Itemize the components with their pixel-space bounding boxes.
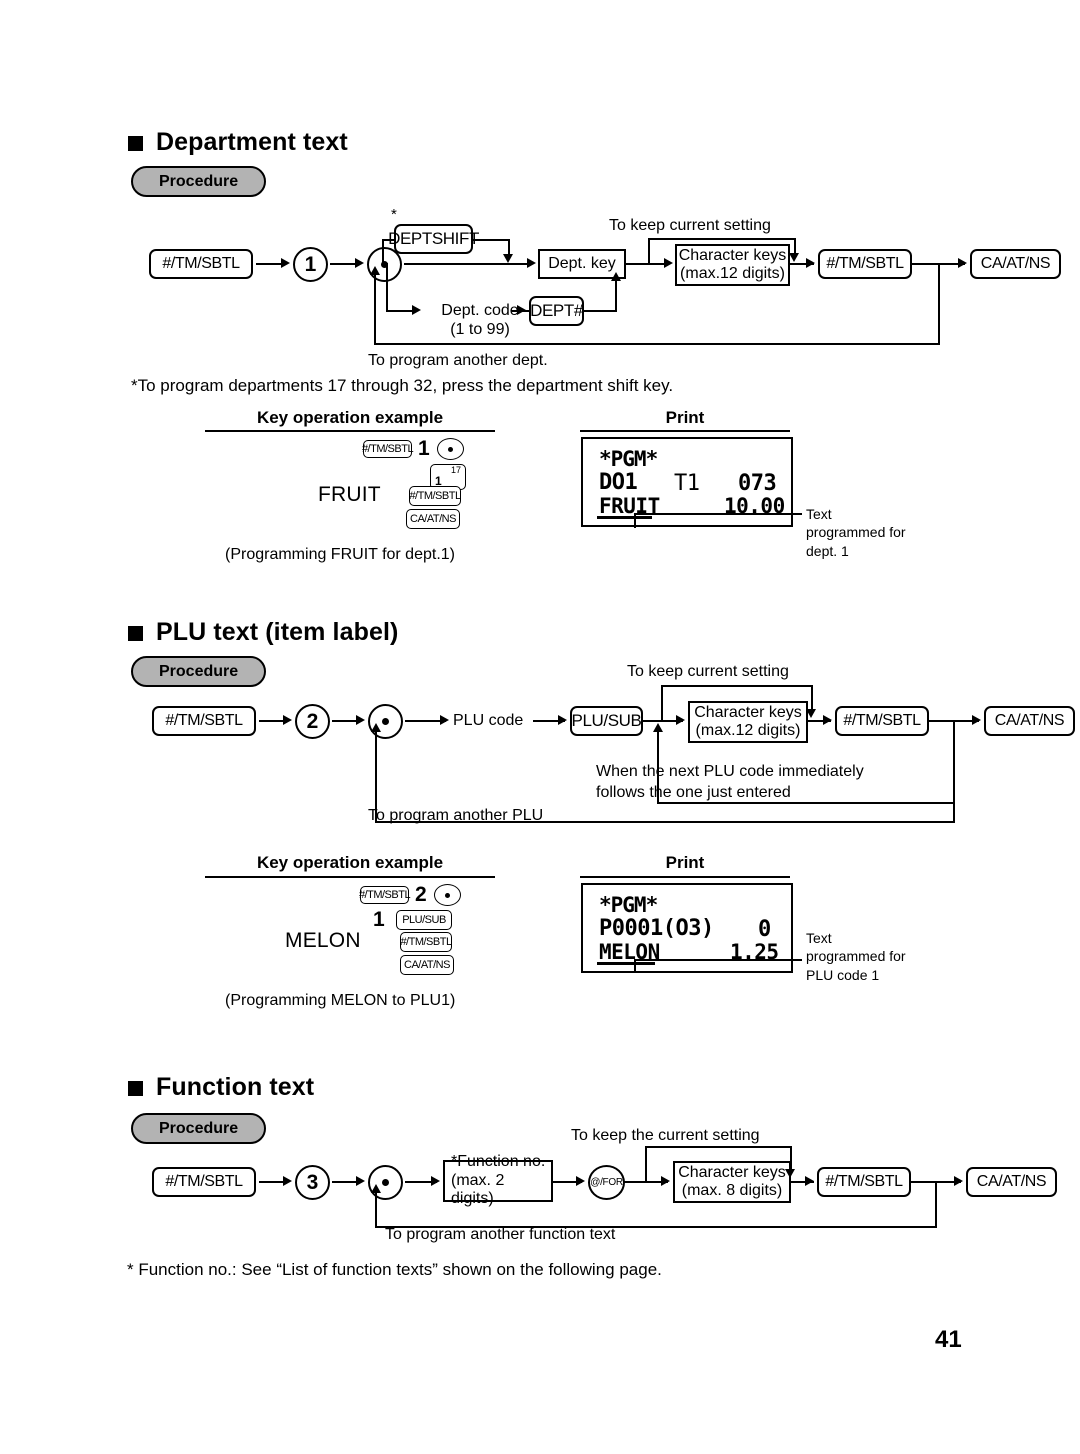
key-operation-example-title-plu: Key operation example	[256, 853, 444, 872]
receipt-plu-value: 0	[758, 917, 771, 942]
dot-icon	[382, 718, 389, 725]
keep-setting-label-function: To keep the current setting	[571, 1127, 760, 1144]
page-number: 41	[935, 1326, 962, 1353]
character-keys-box-function: Character keys (max. 8 digits)	[673, 1161, 791, 1203]
example-key-dot-plu[interactable]	[434, 884, 461, 906]
function-no-line2: (max. 2 digits)	[451, 1171, 505, 1208]
key-subtotal-start-plu[interactable]: #/TM/SBTL	[152, 706, 256, 736]
dept-key-upper-label: 17	[450, 465, 461, 475]
section-heading-plu-text: PLU text (item label)	[128, 618, 398, 647]
receipt-line-pgm-department: *PGM*	[599, 447, 658, 471]
key-decimal-point-function[interactable]	[368, 1165, 403, 1200]
footnote-department: *To program departments 17 through 32, p…	[131, 376, 674, 395]
section-title: PLU text (item label)	[156, 618, 399, 646]
section-heading-department-text: Department text	[128, 128, 348, 157]
key-subtotal-start-function[interactable]: #/TM/SBTL	[152, 1167, 256, 1197]
procedure-badge-department: Procedure	[131, 166, 267, 197]
key-subtotal-start-department[interactable]: #/TM/SBTL	[149, 249, 253, 279]
receipt-dept-code: DO1	[599, 470, 638, 495]
example-key-plu-sub[interactable]: PLU/SUB	[396, 910, 452, 930]
character-keys-box-department: Character keys (max.12 digits)	[675, 244, 790, 286]
receipt-dept-value: 073	[738, 471, 777, 496]
square-bullet-icon	[128, 626, 143, 641]
character-keys-line2: (max. 8 digits)	[681, 1182, 783, 1199]
key-mode-number-1[interactable]: 1	[293, 247, 328, 282]
dot-icon	[382, 1179, 389, 1186]
dot-icon	[448, 446, 453, 452]
key-mode-number-3[interactable]: 3	[295, 1165, 330, 1200]
dept-code-label-line2: (1 to 99)	[450, 321, 510, 338]
key-deptshift[interactable]: DEPTSHIFT	[388, 224, 479, 254]
section-heading-function-text: Function text	[128, 1073, 314, 1102]
section-title: Department text	[156, 128, 348, 156]
function-no-box: *Function no. (max. 2 digits)	[443, 1153, 553, 1207]
key-subtotal-function[interactable]: #/TM/SBTL	[817, 1167, 911, 1197]
footnote-function: * Function no.: See “List of function te…	[127, 1260, 662, 1279]
key-decimal-point-plu[interactable]	[368, 704, 403, 739]
section-title: Function text	[156, 1073, 315, 1101]
procedure-badge-function: Procedure	[131, 1113, 267, 1144]
key-subtotal-plu[interactable]: #/TM/SBTL	[835, 706, 929, 736]
example-plu-code-1: 1	[373, 908, 385, 931]
callout-department: Text programmed for dept. 1	[806, 506, 906, 559]
receipt-plu-code: P0001(O3)	[599, 916, 714, 941]
deptshift-asterisk: *	[391, 206, 397, 223]
key-operation-example-title-department: Key operation example	[256, 408, 444, 427]
dot-icon	[445, 892, 450, 898]
example-key-subtotal-department-1[interactable]: #/TM/SBTL	[362, 440, 414, 458]
plu-inner-loop-line2: follows the one just entered	[596, 784, 791, 801]
example-key-subtotal-department-2[interactable]: #/TM/SBTL	[409, 486, 461, 506]
character-keys-line2: (max.12 digits)	[695, 722, 801, 739]
manual-page: Department text Procedure #/TM/SBTL 1 * …	[0, 0, 1080, 1454]
character-keys-line2: (max.12 digits)	[680, 265, 785, 282]
key-subtotal-department[interactable]: #/TM/SBTL	[818, 249, 912, 279]
example-key-ca-at-ns-department[interactable]: CA/AT/NS	[406, 509, 460, 529]
key-ca-at-ns-function[interactable]: CA/AT/NS	[966, 1167, 1057, 1197]
example-number-2-plu: 2	[415, 883, 427, 906]
example-key-dot-department[interactable]	[437, 438, 464, 460]
example-key-subtotal-plu-2[interactable]: #/TM/SBTL	[400, 932, 452, 952]
key-at-for[interactable]: @/FOR	[588, 1165, 625, 1200]
keep-setting-label-department: To keep current setting	[609, 217, 771, 234]
square-bullet-icon	[128, 136, 143, 151]
key-plu-sub[interactable]: PLU/SUB	[570, 706, 643, 736]
character-keys-line1: Character keys	[678, 1163, 786, 1181]
receipt-line-pgm-plu: *PGM*	[599, 893, 658, 917]
square-bullet-icon	[128, 1081, 143, 1096]
keep-setting-label-plu: To keep current setting	[627, 663, 789, 680]
procedure-badge-plu: Procedure	[131, 656, 267, 687]
callout-plu: Text programmed for PLU code 1	[806, 930, 906, 983]
plu-code-label: PLU code	[453, 712, 524, 729]
print-title-department: Print	[665, 408, 705, 427]
print-title-plu: Print	[665, 853, 705, 872]
example-word-melon: MELON	[285, 929, 361, 952]
key-mode-number-2[interactable]: 2	[295, 704, 330, 739]
loop-label-function: To program another function text	[385, 1226, 616, 1243]
key-ca-at-ns-department[interactable]: CA/AT/NS	[970, 249, 1061, 279]
example-key-ca-at-ns-plu[interactable]: CA/AT/NS	[400, 955, 454, 975]
example-word-fruit: FRUIT	[318, 483, 381, 506]
character-keys-line1: Character keys	[694, 703, 802, 721]
key-dept-hash[interactable]: DEPT#	[529, 296, 584, 326]
function-no-line1: *Function no.	[451, 1153, 546, 1171]
loop-label-plu: To program another PLU	[368, 807, 544, 824]
plu-inner-loop-line1: When the next PLU code immediately	[596, 763, 864, 780]
key-ca-at-ns-plu[interactable]: CA/AT/NS	[984, 706, 1075, 736]
loop-label-department: To program another dept.	[368, 352, 548, 369]
example-key-subtotal-plu-1[interactable]: #/TM/SBTL	[359, 886, 411, 904]
example-number-1-department: 1	[418, 437, 430, 460]
receipt-text-number: T1	[674, 471, 700, 496]
example-caption-department: (Programming FRUIT for dept.1)	[225, 546, 455, 563]
character-keys-line1: Character keys	[678, 246, 787, 264]
example-caption-plu: (Programming MELON to PLU1)	[225, 992, 456, 1009]
character-keys-box-plu: Character keys (max.12 digits)	[688, 701, 808, 743]
